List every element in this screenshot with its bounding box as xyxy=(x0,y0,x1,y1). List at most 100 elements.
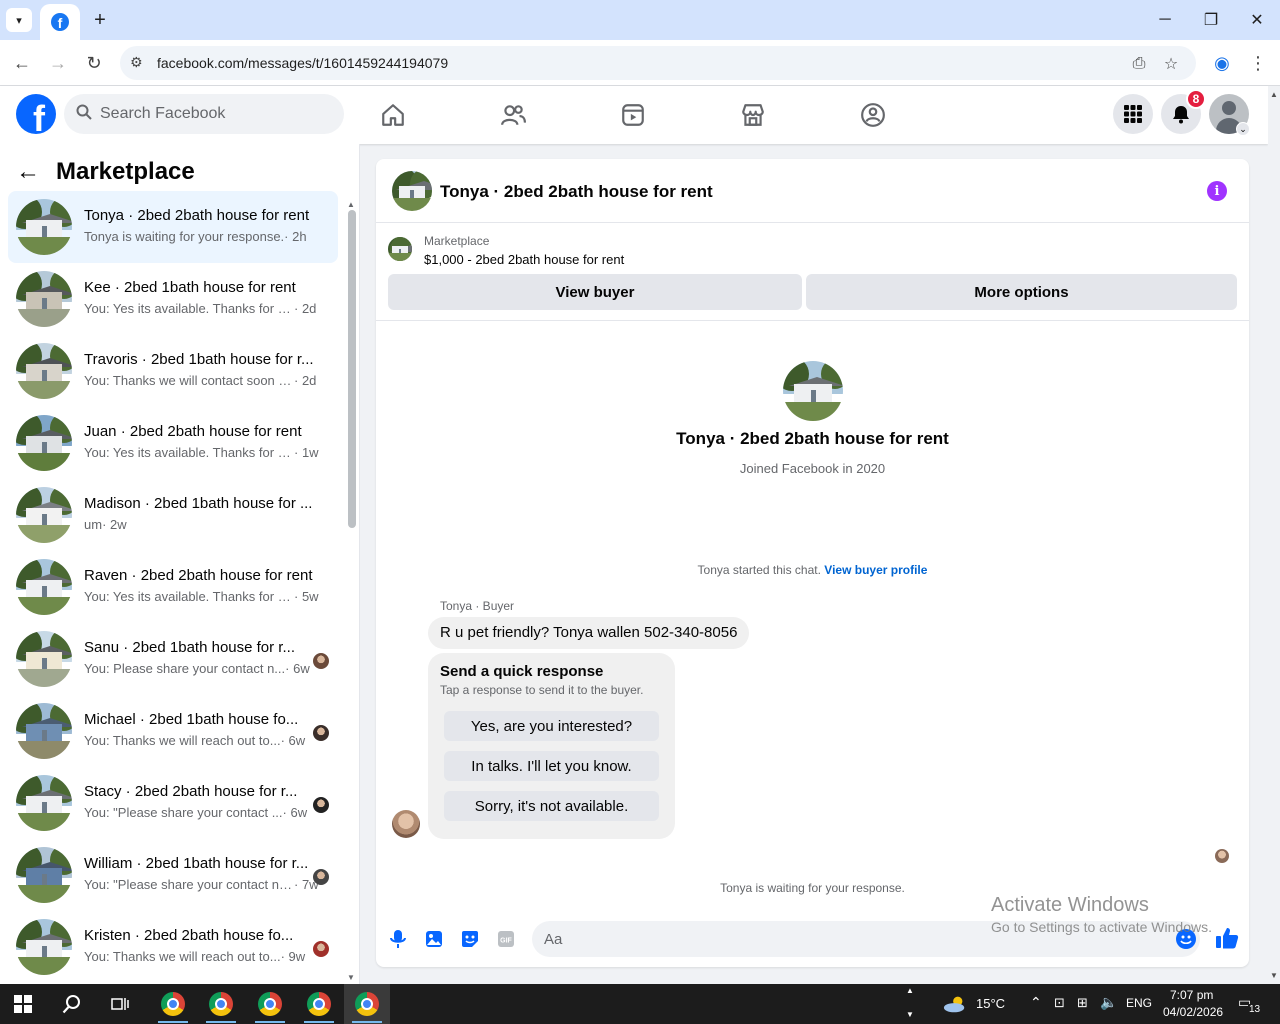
view-buyer-profile-link[interactable]: View buyer profile xyxy=(824,563,927,577)
conversation-item[interactable]: Kristen · 2bed 2bath house fo... You: Tha… xyxy=(8,911,338,983)
video-nav[interactable] xyxy=(577,86,689,144)
intro-name: Tonya · 2bed 2bath house for rent xyxy=(676,429,949,448)
menu-button[interactable] xyxy=(1113,94,1153,134)
house-photo xyxy=(16,703,72,759)
conversation-item[interactable]: Sanu · 2bed 1bath house for r... You: Ple… xyxy=(8,623,338,695)
back-button[interactable]: ← xyxy=(10,51,34,75)
restore-button[interactable]: ❐ xyxy=(1196,8,1226,32)
house-photo xyxy=(16,559,72,615)
view-buyer-button[interactable]: View buyer xyxy=(388,274,802,310)
chevron-down-icon[interactable]: ⌄ xyxy=(1236,122,1250,136)
facebook-logo-icon[interactable]: f xyxy=(16,94,56,134)
chrome-taskbar-app-1[interactable] xyxy=(150,984,196,1024)
home-nav[interactable] xyxy=(337,86,449,144)
sticker-icon[interactable] xyxy=(460,929,480,949)
quick-reply-unavailable-button[interactable]: Sorry, it's not available. xyxy=(444,791,659,821)
conversation-item[interactable]: Juan · 2bed 2bath house for rent You: Yes… xyxy=(8,407,338,479)
marketplace-nav[interactable] xyxy=(697,86,809,144)
quick-reply-yes-button[interactable]: Yes, are you interested? xyxy=(444,711,659,741)
emoji-icon[interactable] xyxy=(1176,929,1196,949)
device-icon[interactable]: ⊡ xyxy=(1054,995,1065,1011)
snippet-time: · 1w xyxy=(294,445,319,460)
profile-icon[interactable]: ◉ xyxy=(1210,51,1234,75)
windows-taskbar: ▲ ▼ 15°C ⌃ ⊡ ⊞ 🔈 ENG 7:07 pm 04/02/2026 … xyxy=(0,984,1280,1024)
conversation-item[interactable]: Michael · 2bed 1bath house fo... You: Tha… xyxy=(8,695,338,767)
microphone-icon[interactable] xyxy=(388,929,408,949)
groups-nav[interactable] xyxy=(817,86,929,144)
intro-avatar[interactable] xyxy=(783,361,843,421)
snippet-text: You: Yes its available. Thanks for re... xyxy=(84,445,294,460)
snippet-time: · 2h xyxy=(284,229,307,244)
network-icon[interactable]: ⊞ xyxy=(1077,995,1088,1011)
chevron-up-icon[interactable]: ⌃ xyxy=(1030,994,1042,1011)
conversation-avatar xyxy=(16,703,72,759)
conversation-item[interactable]: Raven · 2bed 2bath house for rent You: Ye… xyxy=(8,551,338,623)
menu-grid-icon xyxy=(1124,105,1142,123)
chat-title[interactable]: Tonya · 2bed 2bath house for rent xyxy=(440,182,713,202)
facebook-search[interactable] xyxy=(64,94,344,134)
browser-menu-icon[interactable]: ⋮ xyxy=(1246,51,1270,75)
chrome-taskbar-app-4[interactable] xyxy=(296,984,342,1024)
buyer-avatar[interactable] xyxy=(392,810,420,838)
weather-cloud-icon[interactable] xyxy=(943,992,967,1016)
search-taskbar-icon[interactable] xyxy=(60,992,84,1016)
friends-nav[interactable] xyxy=(457,86,569,144)
snippet-time: · 6w xyxy=(285,661,310,676)
message-input[interactable] xyxy=(532,921,1200,957)
url-text: facebook.com/messages/t/1601459244194079 xyxy=(157,55,449,71)
info-icon[interactable]: i xyxy=(1207,181,1227,201)
more-options-button[interactable]: More options xyxy=(806,274,1237,310)
clock-time[interactable]: 7:07 pm xyxy=(1170,988,1213,1002)
clock-date[interactable]: 04/02/2026 xyxy=(1163,1005,1223,1019)
install-app-icon[interactable]: ⎙ xyxy=(1128,53,1150,75)
quick-reply-talks-button[interactable]: In talks. I'll let you know. xyxy=(444,751,659,781)
waiting-notice: Tonya is waiting for your response. xyxy=(720,881,905,895)
windows-start-icon[interactable] xyxy=(14,995,32,1013)
conversation-item[interactable]: William · 2bed 1bath house for r... You: … xyxy=(8,839,338,911)
listing-title[interactable]: $1,000 - 2bed 2bath house for rent xyxy=(424,252,624,267)
taskbar-scroll-up-icon[interactable]: ▲ xyxy=(906,986,914,995)
gif-icon[interactable]: GIF xyxy=(496,929,516,949)
conversation-item[interactable]: Tonya · 2bed 2bath house for rent Tonya i… xyxy=(8,191,338,263)
listing-avatar[interactable] xyxy=(392,171,432,211)
bookmark-star-icon[interactable]: ☆ xyxy=(1160,53,1182,75)
conversation-item[interactable]: Madison · 2bed 1bath house for ... um · 2w xyxy=(8,479,338,551)
task-view-icon[interactable] xyxy=(108,992,132,1016)
minimize-button[interactable]: ─ xyxy=(1150,8,1180,32)
conversation-item[interactable]: Kee · 2bed 1bath house for rent You: Yes … xyxy=(8,263,338,335)
conversation-snippet: You: Yes its available. Thanks for rea..… xyxy=(84,301,324,316)
reload-button[interactable]: ↻ xyxy=(82,51,106,75)
scrollbar-thumb[interactable] xyxy=(348,210,356,528)
conversation-item[interactable]: Stacy · 2bed 2bath house for r... You: "P… xyxy=(8,767,338,839)
taskbar-scroll-down-icon[interactable]: ▼ xyxy=(906,1010,914,1019)
chrome-taskbar-app-5[interactable] xyxy=(344,984,390,1024)
volume-icon[interactable]: 🔈 xyxy=(1100,994,1117,1011)
like-thumb-icon[interactable] xyxy=(1214,925,1240,951)
browser-tab-facebook[interactable]: f xyxy=(40,4,80,40)
search-input[interactable] xyxy=(100,94,330,134)
new-tab-button[interactable]: + xyxy=(88,8,112,32)
photo-icon[interactable] xyxy=(424,929,444,949)
address-bar[interactable]: ⚙ facebook.com/messages/t/16014592441940… xyxy=(120,46,1196,80)
conversation-item[interactable]: Travoris · 2bed 1bath house for r... You:… xyxy=(8,335,338,407)
chrome-taskbar-app-3[interactable] xyxy=(247,984,293,1024)
inbox-scrollbar[interactable]: ▲ ▼ xyxy=(346,200,358,984)
conversation-avatar xyxy=(16,775,72,831)
tab-search-button[interactable]: ▾ xyxy=(6,8,32,32)
conversation-snippet: Tonya is waiting for your response. · 2h xyxy=(84,229,324,244)
temperature[interactable]: 15°C xyxy=(976,996,1005,1011)
back-arrow-icon[interactable]: ← xyxy=(16,158,50,186)
chrome-taskbar-app-2[interactable] xyxy=(198,984,244,1024)
house-photo xyxy=(392,171,432,211)
gaming-icon xyxy=(861,103,885,127)
page-scrollbar[interactable]: ▲ ▼ xyxy=(1268,86,1280,984)
close-window-button[interactable]: ✕ xyxy=(1242,8,1272,32)
language-indicator[interactable]: ENG xyxy=(1126,996,1152,1010)
forward-button[interactable]: → xyxy=(46,51,70,75)
house-photo xyxy=(16,487,72,543)
conversation-list: Tonya · 2bed 2bath house for rent Tonya i… xyxy=(8,191,338,983)
site-info-icon[interactable]: ⚙ xyxy=(130,54,148,72)
listing-thumbnail[interactable] xyxy=(388,237,412,261)
snippet-text: You: Thanks we will contact soon w... xyxy=(84,373,294,388)
message-bubble[interactable]: R u pet friendly? Tonya wallen 502-340-8… xyxy=(428,617,750,649)
